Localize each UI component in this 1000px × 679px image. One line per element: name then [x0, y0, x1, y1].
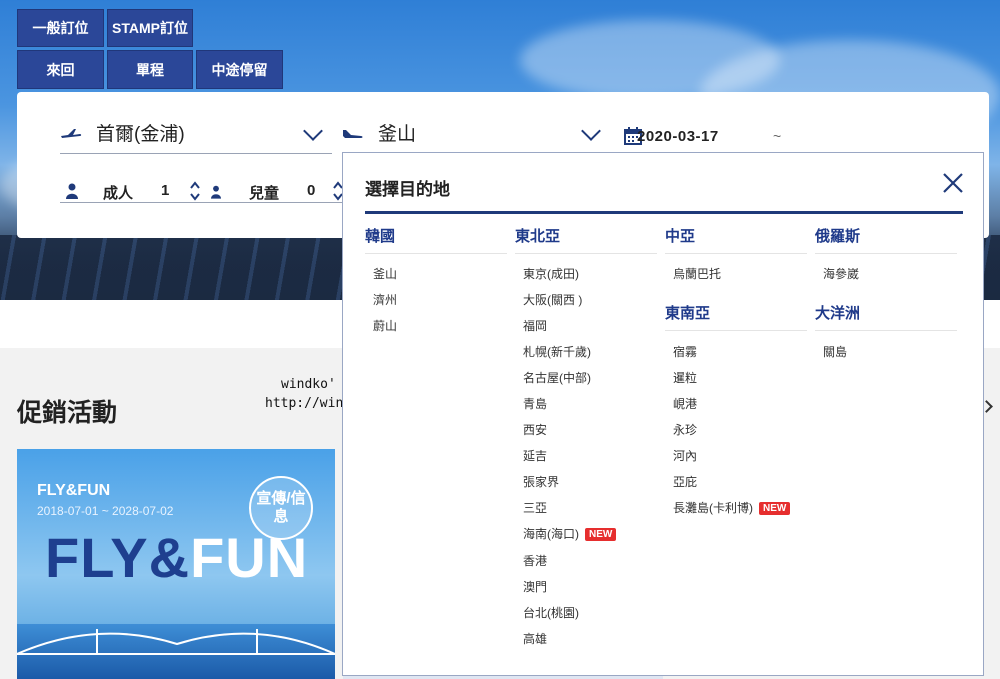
- adult-label: 成人: [103, 185, 134, 202]
- city-nagoya[interactable]: 名古屋(中部): [523, 369, 591, 386]
- region-oceania: 大洋洲: [815, 305, 861, 322]
- city-tokyo-narita[interactable]: 東京(成田): [523, 265, 579, 282]
- destination-popup: 選擇目的地 韓國 釜山 濟州 蔚山 東北亞 東京(成田) 大阪(關西 ) 福岡 …: [342, 152, 984, 676]
- city-guam[interactable]: 關島: [823, 343, 847, 360]
- city-busan[interactable]: 釜山: [373, 265, 397, 282]
- city-hong-kong[interactable]: 香港: [523, 552, 547, 569]
- region-divider: [815, 253, 957, 254]
- promo-card-title: FLY&FUN: [37, 482, 111, 499]
- region-korea: 韓國: [365, 228, 396, 245]
- city-boracay-kalibo[interactable]: 長灘島(卡利博) NEW: [673, 499, 791, 516]
- child-person-icon: [211, 185, 221, 199]
- region-northeast-asia: 東北亞: [515, 228, 561, 245]
- origin-value: 首爾(金浦): [96, 124, 185, 145]
- city-vientiane[interactable]: 永珍: [673, 421, 697, 438]
- tab-stamp-booking[interactable]: STAMP訂位: [107, 9, 193, 47]
- city-siem-reap[interactable]: 暹粒: [673, 369, 697, 386]
- new-badge: NEW: [759, 502, 791, 515]
- region-divider: [665, 330, 807, 331]
- promo-card-flyfun[interactable]: FLY&FUN 2018-07-01 ~ 2028-07-02 宣傳/信息 FL…: [17, 449, 335, 679]
- region-central-asia: 中亞: [665, 228, 696, 245]
- region-divider: [815, 330, 957, 331]
- tab-stopover[interactable]: 中途停留: [196, 50, 283, 89]
- city-ulsan[interactable]: 蔚山: [373, 317, 397, 334]
- city-haikou[interactable]: 海南(海口) NEW: [523, 525, 617, 542]
- departure-date[interactable]: 2020-03-17: [637, 128, 719, 145]
- city-macau[interactable]: 澳門: [523, 578, 547, 595]
- region-divider: [515, 253, 657, 254]
- adult-stepper-icon[interactable]: [190, 180, 200, 202]
- city-yanji[interactable]: 延吉: [523, 447, 547, 464]
- city-fukuoka[interactable]: 福岡: [523, 317, 547, 334]
- city-qingdao[interactable]: 青島: [523, 395, 547, 412]
- chevron-down-icon[interactable]: [303, 121, 323, 141]
- city-ulaanbaatar[interactable]: 烏蘭巴托: [673, 265, 721, 282]
- destination-select[interactable]: 釜山: [342, 112, 610, 154]
- origin-select[interactable]: 首爾(金浦): [60, 112, 332, 154]
- date-separator: ~: [773, 128, 782, 144]
- destination-value: 釜山: [378, 124, 417, 145]
- city-zhangjiajie[interactable]: 張家界: [523, 473, 559, 490]
- arrival-plane-icon: [343, 130, 363, 138]
- promo-section-title: 促銷活動: [17, 399, 118, 427]
- city-vladivostok[interactable]: 海參崴: [823, 265, 859, 282]
- promo-card-dates: 2018-07-01 ~ 2028-07-02: [37, 504, 174, 518]
- region-southeast-asia: 東南亞: [665, 305, 711, 322]
- departure-plane-icon: [61, 129, 82, 138]
- city-taipei-taoyuan[interactable]: 台北(桃園): [523, 604, 579, 621]
- city-sanya[interactable]: 三亞: [523, 499, 547, 516]
- city-jeju[interactable]: 濟州: [373, 291, 397, 308]
- city-hanoi[interactable]: 河內: [673, 447, 697, 464]
- city-da-nang[interactable]: 峴港: [673, 395, 697, 412]
- city-cebu[interactable]: 宿霧: [673, 343, 697, 360]
- city-kaohsiung[interactable]: 高雄: [523, 630, 547, 647]
- close-icon[interactable]: [941, 171, 965, 195]
- promo-banner-text: FLY&FUN: [45, 526, 309, 589]
- tab-one-way[interactable]: 單程: [107, 50, 193, 89]
- city-osaka-kansai[interactable]: 大阪(關西 ): [523, 291, 582, 308]
- city-xian[interactable]: 西安: [523, 421, 547, 438]
- region-russia: 俄羅斯: [815, 228, 861, 245]
- region-divider: [365, 253, 507, 254]
- tab-general-booking[interactable]: 一般訂位: [17, 9, 104, 47]
- region-divider: [665, 253, 807, 254]
- popup-title: 選擇目的地: [365, 180, 450, 199]
- city-kota-kinabalu[interactable]: 亞庇: [673, 473, 697, 490]
- popup-divider: [365, 211, 963, 214]
- chevron-down-icon[interactable]: [581, 121, 601, 141]
- tab-round-trip[interactable]: 來回: [17, 50, 104, 89]
- child-count[interactable]: 0: [307, 182, 315, 199]
- adult-person-icon: [66, 183, 78, 199]
- promo-sea-image: [17, 624, 335, 679]
- child-label: 兒童: [249, 185, 280, 202]
- city-sapporo[interactable]: 札幌(新千歲): [523, 343, 591, 360]
- new-badge: NEW: [585, 528, 617, 541]
- adult-count[interactable]: 1: [161, 182, 169, 199]
